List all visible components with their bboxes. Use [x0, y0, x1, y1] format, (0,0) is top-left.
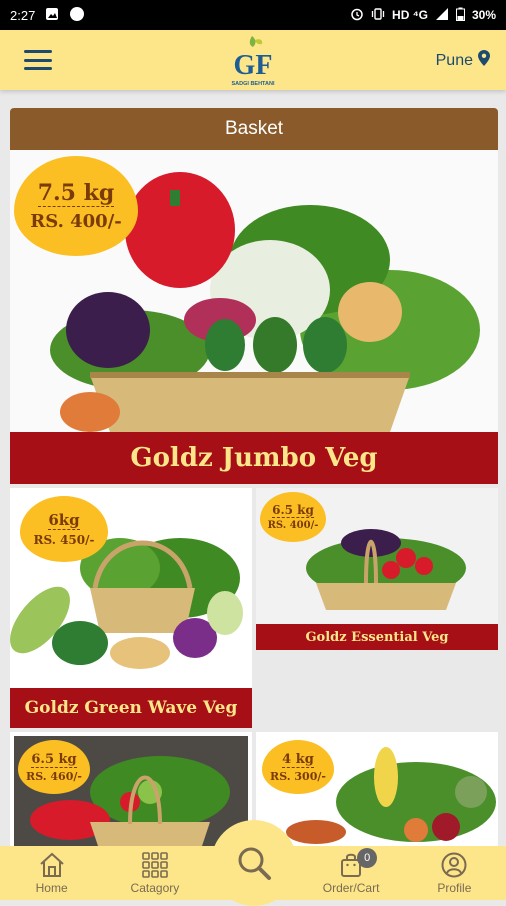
- basket-price: RS. 300/-: [270, 769, 326, 783]
- basket-weight: 6.5 kg: [31, 751, 77, 768]
- price-badge: 6kg RS. 450/-: [20, 496, 118, 562]
- status-time: 2:27: [10, 7, 36, 23]
- signal-icon: [435, 7, 449, 24]
- basket-name: Goldz Essential Veg: [256, 624, 498, 650]
- battery-level: 30%: [471, 8, 496, 22]
- basket-card-jumbo[interactable]: 7.5 kg RS. 400/- Goldz Jumbo Veg: [10, 150, 498, 484]
- search-icon: [238, 847, 271, 880]
- basket-price: RS. 400/-: [30, 211, 122, 232]
- nav-category-label: Catagory: [130, 881, 180, 895]
- basket-name: Goldz Jumbo Veg: [10, 432, 498, 484]
- basket-price: RS. 400/-: [267, 520, 319, 531]
- location-pin-icon: [478, 50, 490, 71]
- nav-home-label: Home: [35, 881, 68, 895]
- basket-weight: 4 kg: [282, 751, 314, 768]
- nav-cart-label: Order/Cart: [322, 881, 380, 895]
- svg-text:GF: GF: [234, 50, 273, 81]
- section-title: Basket: [10, 108, 498, 150]
- basket-card-5[interactable]: 4 kg RS. 300/-: [256, 732, 498, 846]
- search-button[interactable]: [211, 820, 297, 906]
- price-badge: 6.5 kg RS. 400/-: [260, 492, 336, 542]
- vibrate-icon: [371, 7, 385, 24]
- basket-card-green-wave[interactable]: 6kg RS. 450/- Goldz Green Wave Veg: [10, 488, 252, 728]
- basket-price: RS. 450/-: [33, 533, 95, 547]
- home-icon: [39, 852, 64, 877]
- basket-card-essential[interactable]: 6.5 kg RS. 400/- Goldz Essential Veg: [256, 488, 498, 650]
- nav-profile[interactable]: Profile: [403, 846, 506, 900]
- menu-icon[interactable]: [24, 50, 52, 70]
- network-label: HD ⁴G: [392, 8, 428, 22]
- status-bar: 2:27 HD ⁴G 30%: [0, 0, 506, 30]
- price-badge: 4 kg RS. 300/-: [262, 740, 344, 794]
- circle-notification-icon: [69, 6, 85, 25]
- alarm-icon: [350, 7, 364, 24]
- basket-weight: 7.5 kg: [37, 180, 115, 207]
- location-selector[interactable]: Pune: [436, 50, 490, 71]
- basket-weight: 6kg: [48, 511, 80, 530]
- grid-icon: [142, 852, 168, 878]
- basket-card-4[interactable]: 6.5 kg RS. 460/-: [10, 732, 252, 846]
- basket-weight: 6.5 kg: [272, 503, 314, 518]
- image-notification-icon: [45, 7, 59, 24]
- svg-text:SADGI BEHTANI: SADGI BEHTANI: [232, 81, 275, 87]
- basket-price: RS. 460/-: [26, 769, 82, 783]
- app-header: GF SADGI BEHTANI Pune: [0, 30, 506, 90]
- price-badge: 6.5 kg RS. 460/-: [18, 740, 100, 794]
- nav-cart[interactable]: 0 Order/Cart: [299, 846, 402, 900]
- brand-logo: GF SADGI BEHTANI: [222, 32, 284, 88]
- nav-home[interactable]: Home: [0, 846, 103, 900]
- battery-icon: [455, 7, 465, 24]
- cart-count-badge: 0: [357, 848, 378, 868]
- nav-profile-label: Profile: [437, 881, 472, 895]
- location-label: Pune: [435, 51, 473, 69]
- nav-category[interactable]: Catagory: [103, 846, 206, 900]
- price-badge: 7.5 kg RS. 400/-: [14, 156, 148, 256]
- basket-name: Goldz Green Wave Veg: [10, 688, 252, 728]
- profile-icon: [441, 852, 467, 878]
- basket-list[interactable]: Basket 7.5 kg RS. 400/- Goldz Jumbo Veg …: [0, 90, 506, 846]
